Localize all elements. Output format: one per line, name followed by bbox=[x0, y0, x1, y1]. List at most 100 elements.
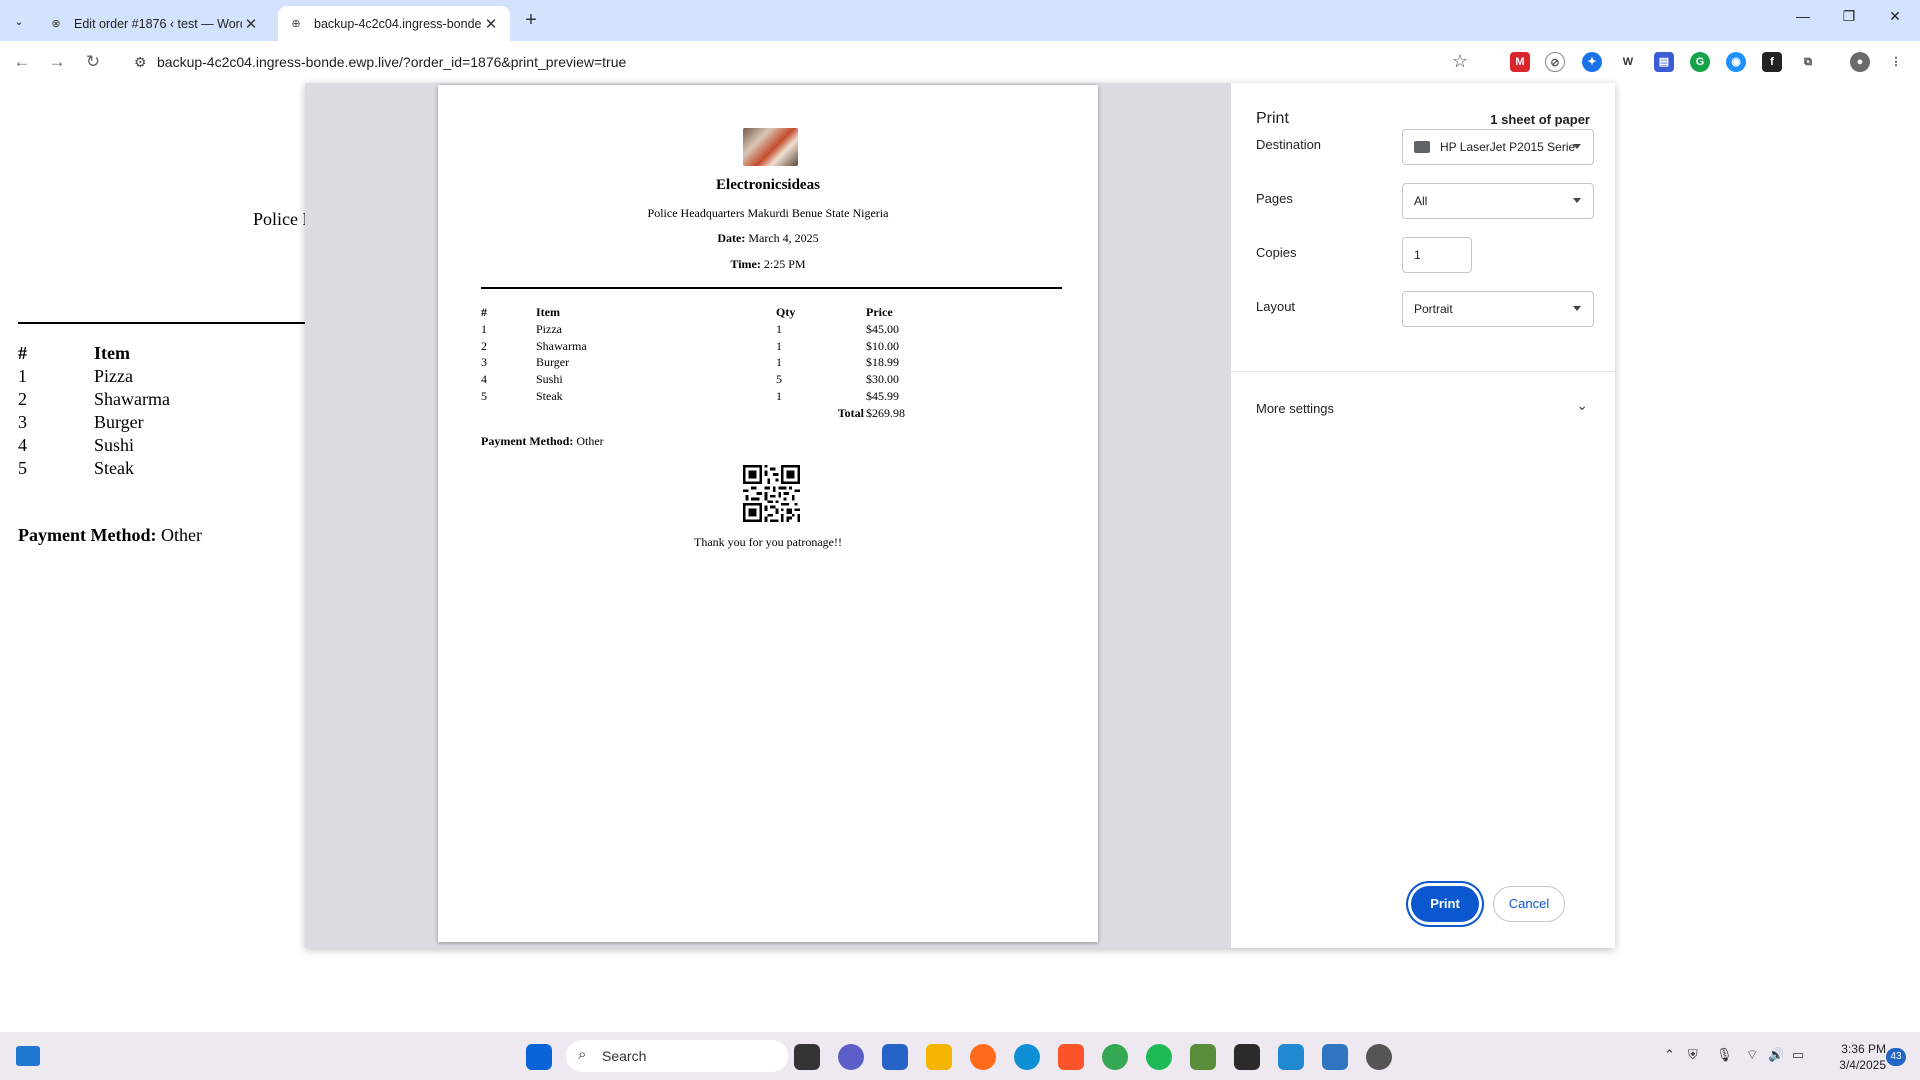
destination-label: Destination bbox=[1256, 137, 1322, 152]
close-tab-icon[interactable]: ✕ bbox=[482, 15, 500, 33]
notepad-icon[interactable] bbox=[1322, 1044, 1348, 1070]
thank-you-note: Thank you for you patronage!! bbox=[694, 535, 842, 549]
copies-input[interactable]: 1 bbox=[1402, 237, 1472, 273]
extension-red-icon[interactable]: M bbox=[1510, 52, 1530, 72]
cancel-button[interactable]: Cancel bbox=[1493, 886, 1565, 922]
pages-label: Pages bbox=[1256, 191, 1293, 206]
close-tab-icon[interactable]: ✕ bbox=[242, 15, 260, 33]
extension-w-icon[interactable]: W bbox=[1618, 52, 1638, 72]
taskbar: ⌕ Search ⌃ ⛨ 🎙 ⌔ 🔊 ▭ 3:36 PM 3/4/2025 43 bbox=[0, 1032, 1920, 1080]
qr-code bbox=[743, 465, 800, 522]
microphone-icon[interactable]: 🎙 bbox=[1716, 1047, 1733, 1063]
tab-search-icon[interactable]: ⌄ bbox=[6, 8, 32, 34]
address-bar[interactable]: ⚙ backup-4c2c04.ingress-bonde.ewp.live/?… bbox=[124, 46, 1480, 78]
reload-button[interactable]: ↻ bbox=[81, 50, 105, 74]
battery-icon[interactable]: ▭ bbox=[1792, 1047, 1804, 1063]
security-icon[interactable]: ⛨ bbox=[1688, 1047, 1698, 1063]
tab-edit-order[interactable]: ⊗ Edit order #1876 ‹ test — WordPress ✕ bbox=[38, 6, 270, 41]
task-view-icon[interactable] bbox=[794, 1044, 820, 1070]
dropdown-arrow-icon bbox=[1573, 198, 1581, 203]
tab-bar: ⌄ ⊗ Edit order #1876 ‹ test — WordPress … bbox=[0, 0, 1920, 41]
start-icon[interactable] bbox=[526, 1044, 552, 1070]
sublime-icon[interactable] bbox=[1234, 1044, 1260, 1070]
order-table: # Item 1 Pizza 2 Shawarma 3 Burger 4 Sushi 5… bbox=[18, 343, 170, 481]
search-icon: ⌕ bbox=[578, 1046, 587, 1063]
wifi-icon[interactable]: ⌔ bbox=[1746, 1047, 1758, 1063]
clock[interactable]: 3:36 PM 3/4/2025 bbox=[1822, 1041, 1886, 1073]
dialog-title: Print bbox=[1256, 110, 1289, 127]
tab-print-preview[interactable]: ⊕ backup-4c2c04.ingress-bonde.ewp.live ✕ bbox=[278, 6, 510, 41]
chevron-down-icon[interactable]: ⌄ bbox=[1576, 397, 1588, 414]
chevron-up-icon[interactable]: ⌃ bbox=[1664, 1047, 1675, 1063]
minimize-button[interactable]: — bbox=[1780, 8, 1826, 32]
business-address: Police Headquarters Makurdi Benue State … bbox=[647, 206, 889, 220]
teams-icon[interactable] bbox=[838, 1044, 864, 1070]
tab-title: backup-4c2c04.ingress-bonde.ewp.live bbox=[314, 16, 482, 31]
table-row: 5 Steak 1 $45.99 bbox=[481, 388, 899, 403]
layout-label: Layout bbox=[1256, 299, 1296, 314]
close-window-button[interactable]: ✕ bbox=[1872, 8, 1918, 32]
table-header: # Item Qty Price bbox=[481, 305, 893, 319]
store-icon[interactable] bbox=[882, 1044, 908, 1070]
brave-icon[interactable] bbox=[1058, 1044, 1084, 1070]
table-row: 1 Pizza bbox=[18, 366, 133, 386]
print-settings-panel: Print 1 sheet of paper Destination HP La… bbox=[1231, 83, 1615, 948]
copies-label: Copies bbox=[1256, 245, 1297, 260]
payment-method: Payment Method: Other bbox=[18, 525, 202, 545]
table-row: 2 Shawarma 1 $10.00 bbox=[481, 338, 899, 353]
layout-select[interactable]: Portrait bbox=[1402, 291, 1594, 327]
extensions-puzzle-icon[interactable]: ⧉ bbox=[1798, 52, 1818, 72]
vscode-icon[interactable] bbox=[1278, 1044, 1304, 1070]
url-text: backup-4c2c04.ingress-bonde.ewp.live/?or… bbox=[157, 54, 627, 70]
business-name: Electronicsideas bbox=[716, 177, 820, 193]
site-info-icon[interactable]: ⚙ bbox=[134, 54, 147, 71]
table-row: 3 Burger bbox=[18, 412, 144, 432]
divider bbox=[481, 287, 1062, 289]
widgets-icon[interactable] bbox=[16, 1046, 40, 1066]
extension-blocked-icon[interactable]: ⊘ bbox=[1545, 52, 1565, 72]
table-header: # Item bbox=[18, 343, 130, 363]
payment-method: Payment Method: Other bbox=[481, 434, 604, 448]
divider bbox=[1231, 371, 1615, 372]
forward-button[interactable]: → bbox=[45, 50, 69, 74]
edge-icon[interactable] bbox=[1014, 1044, 1040, 1070]
print-dialog: Electronicsideas Police Headquarters Mak… bbox=[305, 83, 1615, 948]
extension-font-icon[interactable]: f bbox=[1762, 52, 1782, 72]
table-row: 4 Sushi 5 $30.00 bbox=[481, 372, 899, 387]
globe-favicon-icon: ⊕ bbox=[291, 18, 301, 30]
extension-blue-icon[interactable]: ✦ bbox=[1582, 52, 1602, 72]
bookmark-star-icon[interactable]: ☆ bbox=[1452, 51, 1468, 72]
table-row: 5 Steak bbox=[18, 458, 134, 478]
back-button[interactable]: ← bbox=[10, 50, 34, 74]
sheet-count: 1 sheet of paper bbox=[1490, 112, 1590, 127]
chrome-icon[interactable] bbox=[1102, 1044, 1128, 1070]
notification-badge[interactable]: 43 bbox=[1886, 1048, 1906, 1066]
more-settings-toggle[interactable]: More settings bbox=[1256, 401, 1334, 416]
new-tab-button[interactable]: + bbox=[520, 10, 542, 32]
extension-doc-icon[interactable]: ▤ bbox=[1654, 52, 1674, 72]
destination-select[interactable]: HP LaserJet P2015 Serie bbox=[1402, 129, 1594, 165]
receipt-time: Time: 2:25 PM bbox=[730, 257, 806, 271]
firefox-icon[interactable] bbox=[970, 1044, 996, 1070]
app-v-icon[interactable] bbox=[1190, 1044, 1216, 1070]
receipt-date: Date: March 4, 2025 bbox=[717, 231, 819, 245]
pages-select[interactable]: All bbox=[1402, 183, 1594, 219]
dropdown-arrow-icon bbox=[1573, 144, 1581, 149]
browser-menu-icon[interactable]: ⋮ bbox=[1886, 52, 1906, 72]
table-row: 4 Sushi bbox=[18, 435, 135, 455]
table-row: 1 Pizza 1 $45.00 bbox=[481, 321, 899, 336]
file-explorer-icon[interactable] bbox=[926, 1044, 952, 1070]
taskbar-search[interactable]: ⌕ Search bbox=[566, 1040, 788, 1072]
spotify-icon[interactable] bbox=[1146, 1044, 1172, 1070]
extension-globe-icon[interactable]: ◉ bbox=[1726, 52, 1746, 72]
extension-grammarly-icon[interactable]: G bbox=[1690, 52, 1710, 72]
restore-button[interactable]: ❐ bbox=[1826, 8, 1872, 32]
profile-avatar[interactable]: ● bbox=[1850, 52, 1870, 72]
print-button[interactable]: Print bbox=[1411, 886, 1479, 922]
table-row: 3 Burger 1 $18.99 bbox=[481, 355, 899, 370]
print-preview-area: Electronicsideas Police Headquarters Mak… bbox=[305, 83, 1231, 948]
volume-icon[interactable]: 🔊 bbox=[1768, 1047, 1784, 1063]
clock-app-icon[interactable] bbox=[1366, 1044, 1392, 1070]
receipt-table: # Item Qty Price 1 Pizza 1 $45.00 2 Shawarma… bbox=[481, 305, 966, 423]
divider bbox=[18, 322, 308, 324]
